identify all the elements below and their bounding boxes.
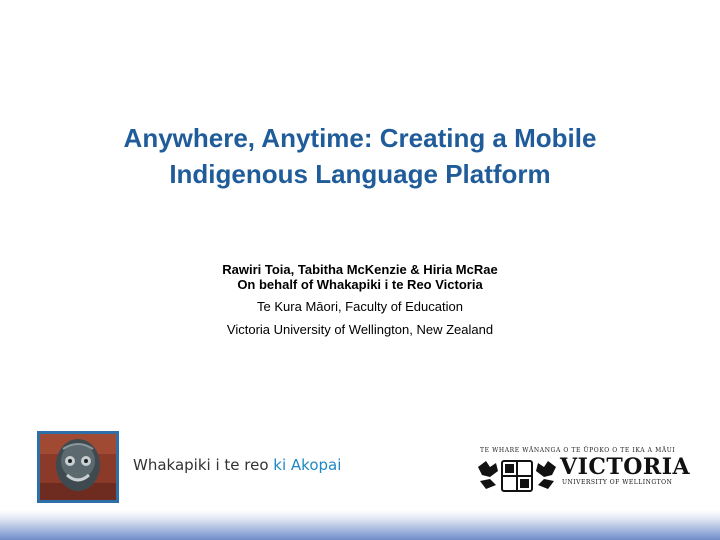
author-university: Victoria University of Wellington, New Z…	[226, 322, 494, 337]
slide-title-line-2: Indigenous Language Platform	[169, 159, 551, 189]
victoria-subword: UNIVERSITY OF WELLINGTON	[562, 479, 673, 486]
victoria-crest-icon	[478, 460, 556, 492]
whakapiki-logo-text: Whakapiki i te reo ki Akopai	[133, 456, 341, 474]
author-names: Rawiri Toia, Tabitha McKenzie & Hiria Mc…	[222, 262, 498, 277]
carving-logo-image	[37, 431, 119, 503]
victoria-university-logo: TE WHARE WĀNANGA O TE ŪPOKO O TE IKA A M…	[476, 447, 690, 497]
slide-title: Anywhere, Anytime: Creating a Mobile Ind…	[40, 120, 680, 192]
whakapiki-logo-main: Whakapiki i te reo	[133, 456, 269, 474]
footer-gradient-bar	[0, 510, 720, 540]
author-school: Te Kura Māori, Faculty of Education	[257, 299, 463, 314]
slide-title-line-1: Anywhere, Anytime: Creating a Mobile	[123, 123, 597, 153]
victoria-wordmark: VICTORIA	[560, 454, 691, 480]
author-affiliation-behalf: On behalf of Whakapiki i te Reo Victoria	[237, 277, 483, 292]
author-block: Rawiri Toia, Tabitha McKenzie & Hiria Mc…	[60, 262, 660, 338]
whakapiki-logo-accent: ki Akopai	[273, 456, 342, 474]
victoria-tagline: TE WHARE WĀNANGA O TE ŪPOKO O TE IKA A M…	[480, 447, 676, 454]
slide: Anywhere, Anytime: Creating a Mobile Ind…	[0, 0, 720, 540]
